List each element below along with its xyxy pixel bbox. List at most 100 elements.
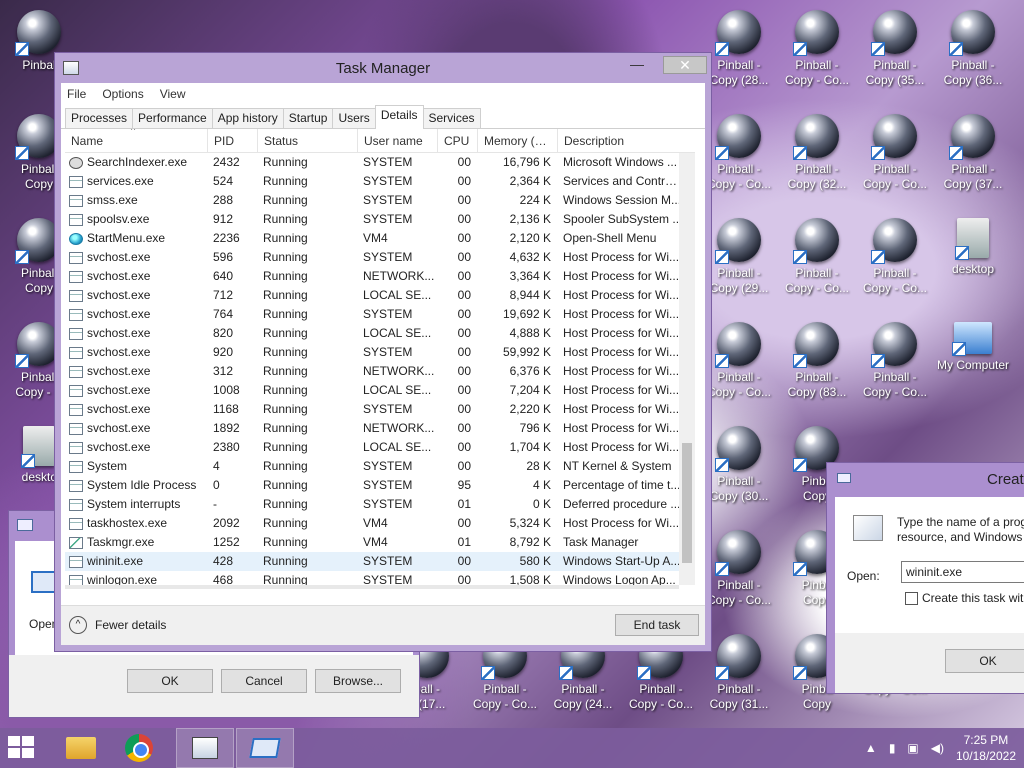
admin-checkbox[interactable]: Create this task with [905,591,1024,605]
table-row[interactable]: svchost.exe 920 Running SYSTEM 00 59,992 K Hos… [65,343,695,362]
desktop-icon[interactable]: desktop [934,212,1012,277]
network-icon[interactable]: ▣ [907,741,918,755]
computer-icon [952,322,992,356]
ok-button[interactable]: OK [127,669,213,693]
table-row[interactable]: spoolsv.exe 912 Running SYSTEM 00 2,136 K Spoo… [65,210,695,229]
cell-mem: 8,944 K [509,288,551,302]
desktop-icon[interactable]: Pinball - Copy - Co... [856,108,934,192]
desktop-icon-label: Pinball - [951,58,995,72]
taskbar-file-explorer[interactable] [52,728,110,768]
sort-arrow-icon: ^ [131,129,136,135]
tab-startup[interactable]: Startup [282,108,334,128]
taskbar-run[interactable] [236,728,294,768]
tab-performance[interactable]: Performance [132,108,213,128]
cell-status: Running [263,231,308,245]
tab-services[interactable]: Services [422,108,481,128]
column-header-cpu[interactable]: CPU [437,129,477,153]
table-row[interactable]: taskhostex.exe 2092 Running VM4 00 5,324 K Hos… [65,514,695,533]
cancel-button[interactable]: Cancel [221,669,307,693]
cell-pid: 524 [213,174,234,188]
desktop-icon[interactable]: Pinball - Copy (36... [934,4,1012,88]
table-row[interactable]: System Idle Process 0 Running SYSTEM 95 4 K Pe… [65,476,695,495]
table-row[interactable]: StartMenu.exe 2236 Running VM4 00 2,120 K Open… [65,229,695,248]
table-row[interactable]: svchost.exe 1892 Running NETWORK... 00 796 K H… [65,419,695,438]
title-bar[interactable]: Task Manager — ✕ [55,53,711,83]
pinball-icon [715,10,761,56]
column-header-pid[interactable]: PID [207,129,257,153]
horizontal-scrollbar[interactable] [65,585,679,589]
taskbar-task-manager[interactable] [176,728,234,768]
table-row[interactable]: svchost.exe 2380 Running LOCAL SE... 00 1,704… [65,438,695,457]
ok-button[interactable]: OK [945,649,1024,673]
table-row[interactable]: System interrupts - Running SYSTEM 01 0 K Defe… [65,495,695,514]
desktop-icon[interactable]: Pinball - Copy (32... [778,108,856,192]
table-row[interactable]: smss.exe 288 Running SYSTEM 00 224 K Windows S… [65,191,695,210]
column-header-user[interactable]: User name [357,129,437,153]
cell-desc: Deferred procedure ... [563,497,681,511]
desktop-icon[interactable]: Pinball - Copy - Co... [778,4,856,88]
table-row[interactable]: System 4 Running SYSTEM 00 28 K NT Kernel & Sy… [65,457,695,476]
process-name: smss.exe [87,193,138,207]
cell-pid: 764 [213,307,234,321]
table-row[interactable]: svchost.exe 640 Running NETWORK... 00 3,364 K… [65,267,695,286]
process-icon [69,175,83,188]
cell-name: svchost.exe [65,438,207,457]
browse-button[interactable]: Browse... [315,669,401,693]
column-header-mem[interactable]: Memory (p... [477,129,557,153]
table-row[interactable]: Taskmgr.exe 1252 Running VM4 01 8,792 K Task M… [65,533,695,552]
open-input[interactable]: wininit.exe [901,561,1024,583]
chevron-up-icon: ^ [69,616,87,634]
column-header-status[interactable]: Status [257,129,357,153]
table-row[interactable]: svchost.exe 312 Running NETWORK... 00 6,376 K… [65,362,695,381]
table-row[interactable]: wininit.exe 428 Running SYSTEM 00 580 K Window… [65,552,695,571]
close-button[interactable]: ✕ [663,56,707,74]
menu-item-options[interactable]: Options [102,87,143,101]
cell-desc: Host Process for Wi... [563,345,680,359]
checkbox-box[interactable] [905,591,918,605]
tab-app-history[interactable]: App history [211,108,284,128]
table-row[interactable]: svchost.exe 712 Running LOCAL SE... 00 8,944 … [65,286,695,305]
desktop-icon[interactable]: Pinball - Copy (37... [934,108,1012,192]
table-row[interactable]: winlogon.exe 468 Running SYSTEM 00 1,508 K Win… [65,571,695,585]
desktop-icon[interactable]: Pinball - Copy - Co... [856,316,934,400]
desktop-icon[interactable]: Pinball - Copy (35... [856,4,934,88]
desktop-icon[interactable]: Pinball - Copy (83... [778,316,856,400]
clock[interactable]: 7:25 PM 10/18/2022 [956,732,1016,764]
desktop-icon[interactable]: Pinball - Copy - Co... [778,212,856,296]
desktop-icon[interactable]: My Computer [934,316,1012,373]
cell-pid: 4 [213,459,220,473]
menu-bar: File Options View [61,83,705,105]
end-task-button[interactable]: End task [615,614,699,636]
cell-status: Running [263,516,308,530]
cell-name: spoolsv.exe [65,210,207,229]
tab-users[interactable]: Users [332,108,376,128]
scrollbar-thumb[interactable] [682,443,692,563]
table-row[interactable]: svchost.exe 1008 Running LOCAL SE... 00 7,204… [65,381,695,400]
start-button[interactable] [8,736,36,760]
table-row[interactable]: svchost.exe 764 Running SYSTEM 00 19,692 K Hos… [65,305,695,324]
cell-name: winlogon.exe [65,571,207,585]
table-row[interactable]: SearchIndexer.exe 2432 Running SYSTEM 00 16,7… [65,153,695,172]
desktop-icon[interactable]: Pinball - Copy - Co... [856,212,934,296]
column-header-desc[interactable]: Description [557,129,683,153]
tab-processes[interactable]: Processes [65,108,134,128]
cell-desc: Microsoft Windows ... [563,155,678,169]
volume-icon[interactable]: ◀) [931,741,944,755]
menu-item-view[interactable]: View [160,87,186,101]
tray-chevron-up-icon[interactable]: ▲ [865,741,877,755]
pinball-icon [793,322,839,368]
tab-details[interactable]: Details [374,105,424,129]
clock-date: 10/18/2022 [955,749,1016,763]
column-header-name[interactable]: Name [65,129,207,153]
table-row[interactable]: svchost.exe 1168 Running SYSTEM 00 2,220 K Hos… [65,400,695,419]
table-row[interactable]: svchost.exe 820 Running LOCAL SE... 00 4,888 … [65,324,695,343]
menu-item-file[interactable]: File [67,87,86,101]
fewer-details-link[interactable]: ^ Fewer details [69,616,166,634]
desktop-icon-label: Pinball - [873,370,917,384]
table-row[interactable]: services.exe 524 Running SYSTEM 00 2,364 K Ser… [65,172,695,191]
vertical-scrollbar[interactable] [679,153,695,585]
minimize-button[interactable]: — [623,56,651,74]
action-center-icon[interactable]: ▮ [889,741,896,755]
table-row[interactable]: svchost.exe 596 Running SYSTEM 00 4,632 K Host… [65,248,695,267]
taskbar-chrome[interactable] [110,728,168,768]
